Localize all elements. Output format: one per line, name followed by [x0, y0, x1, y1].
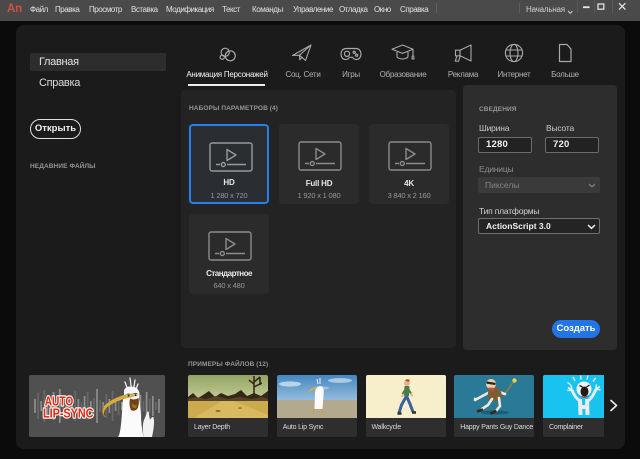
svg-text:LIP-SYNC: LIP-SYNC — [43, 407, 94, 421]
